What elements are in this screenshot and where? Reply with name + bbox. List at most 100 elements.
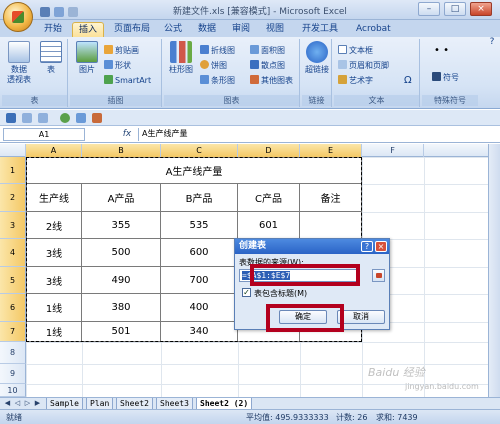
table-cell[interactable]: 1线 xyxy=(26,294,82,322)
tab-insert[interactable]: 插入 xyxy=(72,22,105,37)
table-title-cell[interactable]: A生产线产量 xyxy=(26,157,362,184)
last-sheet-icon[interactable]: ▶ xyxy=(33,399,42,408)
undo-icon-qat[interactable] xyxy=(22,113,32,123)
vertical-scrollbar[interactable] xyxy=(488,144,500,397)
collapse-dialog-button[interactable] xyxy=(372,269,385,282)
table-cell[interactable]: 601 xyxy=(238,212,300,239)
row-header-3[interactable]: 3 xyxy=(0,212,26,239)
minimize-button[interactable]: – xyxy=(418,2,440,16)
fx-icon[interactable]: fx xyxy=(120,128,134,141)
pie-chart-button[interactable]: 饼图 xyxy=(200,60,227,71)
header-cell[interactable]: 生产线 xyxy=(26,184,82,212)
tab-page-layout[interactable]: 页面布局 xyxy=(108,22,156,37)
row-header-2[interactable]: 2 xyxy=(0,184,26,212)
header-cell[interactable]: C产品 xyxy=(238,184,300,212)
redo-icon-qat[interactable] xyxy=(38,113,48,123)
special-dots[interactable]: • • xyxy=(434,45,449,56)
row-header-7[interactable]: 7 xyxy=(0,322,26,342)
table-cell[interactable] xyxy=(300,212,362,239)
header-footer-button[interactable]: 页眉和页脚 xyxy=(338,60,389,71)
table-cell[interactable]: 500 xyxy=(82,239,161,267)
textbox-button[interactable]: 文本框 xyxy=(338,45,373,56)
maximize-button[interactable]: □ xyxy=(444,2,466,16)
table-cell[interactable]: 400 xyxy=(161,294,238,322)
row-header-5[interactable]: 5 xyxy=(0,267,26,294)
column-header-b[interactable]: B xyxy=(82,144,161,157)
table-cell[interactable]: 380 xyxy=(82,294,161,322)
first-sheet-icon[interactable]: ◀ xyxy=(3,399,12,408)
row-header-1[interactable]: 1 xyxy=(0,157,26,184)
table-cell[interactable]: 490 xyxy=(82,267,161,294)
tab-developer[interactable]: 开发工具 xyxy=(296,22,344,37)
select-all-corner[interactable] xyxy=(0,144,26,157)
picture-button[interactable]: 图片 xyxy=(74,41,100,75)
clipart-button[interactable]: 剪贴画 xyxy=(104,45,139,56)
range-input[interactable]: =$A$1:$E$7 xyxy=(239,269,357,282)
symbol-button[interactable]: 符号 xyxy=(432,72,459,83)
other-charts-button[interactable]: 其他图表 xyxy=(250,75,293,86)
form-icon[interactable] xyxy=(60,113,70,123)
close-button[interactable]: × xyxy=(470,2,492,16)
row-header-6[interactable]: 6 xyxy=(0,294,26,322)
tab-acrobat[interactable]: Acrobat xyxy=(350,22,397,37)
table-cell[interactable]: 3线 xyxy=(26,267,82,294)
tab-formulas[interactable]: 公式 xyxy=(158,22,188,37)
print-icon[interactable] xyxy=(76,113,86,123)
row-header-8[interactable]: 8 xyxy=(0,342,26,364)
table-cell[interactable]: 600 xyxy=(161,239,238,267)
tab-review[interactable]: 审阅 xyxy=(226,22,256,37)
symbol-omega-button[interactable]: Ω xyxy=(404,75,412,86)
formula-input[interactable]: A生产线产量 xyxy=(138,128,493,141)
prev-sheet-icon[interactable]: ◁ xyxy=(13,399,22,408)
tab-home[interactable]: 开始 xyxy=(38,22,68,37)
hyperlink-button[interactable]: 超链接 xyxy=(304,41,330,75)
row-header-4[interactable]: 4 xyxy=(0,239,26,267)
header-cell[interactable]: 备注 xyxy=(300,184,362,212)
column-header-d[interactable]: D xyxy=(238,144,300,157)
column-chart-button[interactable]: 柱形图 xyxy=(166,41,196,75)
column-header-e[interactable]: E xyxy=(300,144,362,157)
column-header-f[interactable]: F xyxy=(362,144,424,157)
line-chart-button[interactable]: 折线图 xyxy=(200,45,235,56)
office-button[interactable] xyxy=(3,2,33,32)
header-cell[interactable]: A产品 xyxy=(82,184,161,212)
table-cell[interactable]: 700 xyxy=(161,267,238,294)
table-cell[interactable]: 340 xyxy=(161,322,238,342)
row-header-10[interactable]: 10 xyxy=(0,384,26,397)
table-cell[interactable]: 1线 xyxy=(26,322,82,342)
tab-data[interactable]: 数据 xyxy=(192,22,222,37)
has-headers-checkbox[interactable]: ✓ xyxy=(242,288,251,297)
help-icon[interactable]: ? xyxy=(486,37,498,49)
row-header-9[interactable]: 9 xyxy=(0,364,26,384)
table-button[interactable]: 表 xyxy=(38,41,64,75)
table-cell[interactable]: 355 xyxy=(82,212,161,239)
save-icon-qat[interactable] xyxy=(6,113,16,123)
undo-icon[interactable] xyxy=(54,7,64,17)
name-box[interactable]: A1 xyxy=(3,128,85,141)
dialog-help-button[interactable]: ? xyxy=(361,241,373,252)
shapes-button[interactable]: 形状 xyxy=(104,60,131,71)
next-sheet-icon[interactable]: ▷ xyxy=(23,399,32,408)
cancel-button[interactable]: 取消 xyxy=(337,310,385,324)
pivot-table-button[interactable]: 数据 透视表 xyxy=(4,41,34,85)
table-cell[interactable]: 535 xyxy=(161,212,238,239)
preview-icon[interactable] xyxy=(92,113,102,123)
hyperlink-label: 超链接 xyxy=(305,65,329,74)
table-cell[interactable]: 501 xyxy=(82,322,161,342)
column-header-c[interactable]: C xyxy=(161,144,238,157)
area-chart-button[interactable]: 面积图 xyxy=(250,45,285,56)
ok-button[interactable]: 确定 xyxy=(279,310,327,324)
column-header-a[interactable]: A xyxy=(26,144,82,157)
redo-icon[interactable] xyxy=(68,7,78,17)
scatter-chart-button[interactable]: 散点图 xyxy=(250,60,285,71)
bar-chart-button[interactable]: 条形图 xyxy=(200,75,235,86)
table-cell[interactable]: 2线 xyxy=(26,212,82,239)
wordart-button[interactable]: 艺术字 xyxy=(338,75,373,86)
smartart-button[interactable]: SmartArt xyxy=(104,75,151,86)
header-cell[interactable]: B产品 xyxy=(161,184,238,212)
other-charts-icon xyxy=(250,75,259,84)
table-cell[interactable]: 3线 xyxy=(26,239,82,267)
tab-view[interactable]: 视图 xyxy=(260,22,290,37)
dialog-close-button[interactable]: × xyxy=(375,241,387,252)
save-icon[interactable] xyxy=(40,7,50,17)
